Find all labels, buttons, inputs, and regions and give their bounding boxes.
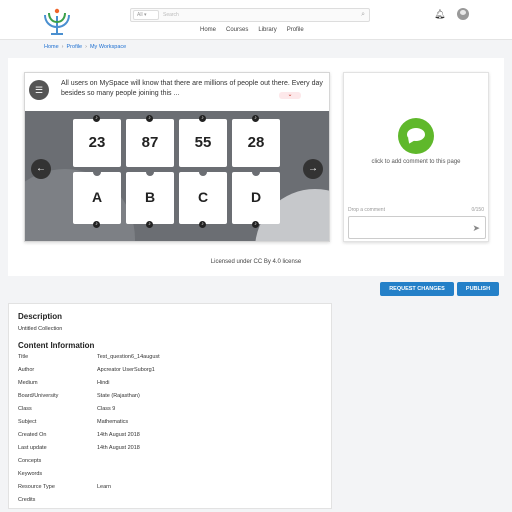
info-key: Resource Type	[18, 484, 55, 490]
info-key: Concepts	[18, 458, 42, 464]
breadcrumb-profile[interactable]: Profile	[67, 44, 83, 50]
info-value: Mathematics	[97, 419, 129, 425]
letter-card[interactable]: C	[179, 172, 227, 224]
audio-icon[interactable]: ♪	[93, 115, 100, 122]
nav-profile[interactable]: Profile	[287, 27, 304, 33]
publish-button[interactable]: PUBLISH	[457, 282, 499, 296]
info-value: Learn	[97, 484, 112, 490]
number-card[interactable]: 55	[179, 119, 227, 167]
audio-icon[interactable]: ♪	[252, 115, 259, 122]
audio-icon[interactable]: ♪	[93, 221, 100, 228]
info-value: Class 9	[97, 406, 116, 412]
card-letter: C	[197, 189, 209, 205]
number-card[interactable]: 23	[73, 119, 121, 167]
info-key: Class	[18, 406, 32, 412]
comment-cta: click to add comment to this page	[371, 159, 461, 165]
card-letter: B	[144, 189, 156, 205]
comment-label: Drop a comment	[348, 207, 385, 213]
chevron-down-icon[interactable]: ⌄	[279, 92, 301, 99]
breadcrumb: Home › Profile › My Workspace	[44, 44, 126, 50]
breadcrumb-home[interactable]: Home	[44, 44, 59, 50]
audio-icon[interactable]: ♪	[199, 115, 206, 122]
top-header: All ▾ Search ⌕ Home Courses Library Prof…	[0, 0, 512, 40]
chat-bubble-tail	[406, 137, 415, 146]
info-key: Last update	[18, 445, 47, 451]
question-board: ← → 23 87 55 28 A B C D ♪ ♪ ♪ ♪ ♪ ♪ ♪ ♪	[25, 111, 329, 241]
audio-icon[interactable]: ♪	[252, 221, 259, 228]
avatar[interactable]	[457, 8, 469, 20]
main-nav: Home Courses Library Profile	[200, 27, 304, 33]
chevron-right-icon: ›	[61, 44, 64, 50]
logo[interactable]	[42, 8, 72, 36]
chevron-right-icon: ›	[85, 44, 87, 50]
info-value: 14th August 2018	[97, 432, 140, 438]
menu-icon[interactable]: ☰	[29, 80, 49, 100]
audio-icon[interactable]: ♪	[146, 115, 153, 122]
info-key: Title	[18, 354, 29, 360]
question-header: ☰ All users on MySpace will know that th…	[25, 73, 329, 111]
card-number: 55	[194, 134, 212, 151]
comment-input[interactable]: ➤	[348, 216, 486, 239]
info-key: Subject	[18, 419, 37, 425]
info-key: Created On	[18, 432, 47, 438]
next-arrow-icon[interactable]: →	[303, 159, 323, 179]
info-value: Test_question6_14august	[97, 354, 160, 360]
content-info-heading: Content Information	[18, 341, 95, 350]
request-changes-button[interactable]: REQUEST CHANGES	[380, 282, 454, 296]
info-value: Apcreator UserSuborg1	[97, 367, 155, 373]
char-count: 0/150	[471, 207, 484, 213]
search-category-select[interactable]: All ▾	[133, 10, 159, 20]
info-key: Credits	[18, 497, 36, 503]
send-icon[interactable]: ➤	[472, 223, 480, 234]
info-key: Board/University	[18, 393, 59, 399]
info-key: Author	[18, 367, 35, 373]
number-card[interactable]: 28	[232, 119, 280, 167]
card-number: 87	[141, 134, 159, 151]
info-key: Medium	[18, 380, 38, 386]
content-player: ☰ All users on MySpace will know that th…	[24, 72, 330, 242]
nav-library[interactable]: Library	[258, 27, 276, 33]
audio-icon[interactable]: ♪	[146, 221, 153, 228]
description-text: Untitled Collection	[18, 326, 63, 332]
bell-icon[interactable]: 🔔︎	[434, 9, 445, 20]
info-value: State (Rajasthan)	[97, 393, 140, 399]
nav-courses[interactable]: Courses	[226, 27, 248, 33]
info-value: Hindi	[97, 380, 110, 386]
card-letter: D	[250, 189, 262, 205]
search-icon[interactable]: ⌕	[361, 10, 365, 20]
nav-home[interactable]: Home	[200, 27, 216, 33]
search-bar: All ▾ Search ⌕	[130, 8, 370, 22]
card-number: 28	[247, 134, 265, 151]
search-category-value: All	[137, 12, 143, 18]
letter-card[interactable]: D	[232, 172, 280, 224]
details-card: Description Untitled Collection Content …	[8, 303, 332, 509]
description-heading: Description	[18, 312, 63, 321]
comment-icon[interactable]	[398, 118, 434, 154]
card-letter: A	[91, 189, 103, 205]
audio-icon[interactable]: ♪	[199, 221, 206, 228]
license-text: Licensed under CC By 4.0 license	[210, 259, 302, 265]
breadcrumb-workspace[interactable]: My Workspace	[90, 44, 126, 50]
number-card[interactable]: 87	[126, 119, 174, 167]
letter-card[interactable]: B	[126, 172, 174, 224]
card-number: 23	[88, 134, 106, 151]
previous-arrow-icon[interactable]: ←	[31, 159, 51, 179]
search-input[interactable]: Search	[163, 9, 353, 21]
info-key: Keywords	[18, 471, 43, 477]
comments-panel: click to add comment to this page Drop a…	[343, 72, 489, 242]
letter-card[interactable]: A	[73, 172, 121, 224]
info-value: 14th August 2018	[97, 445, 140, 451]
